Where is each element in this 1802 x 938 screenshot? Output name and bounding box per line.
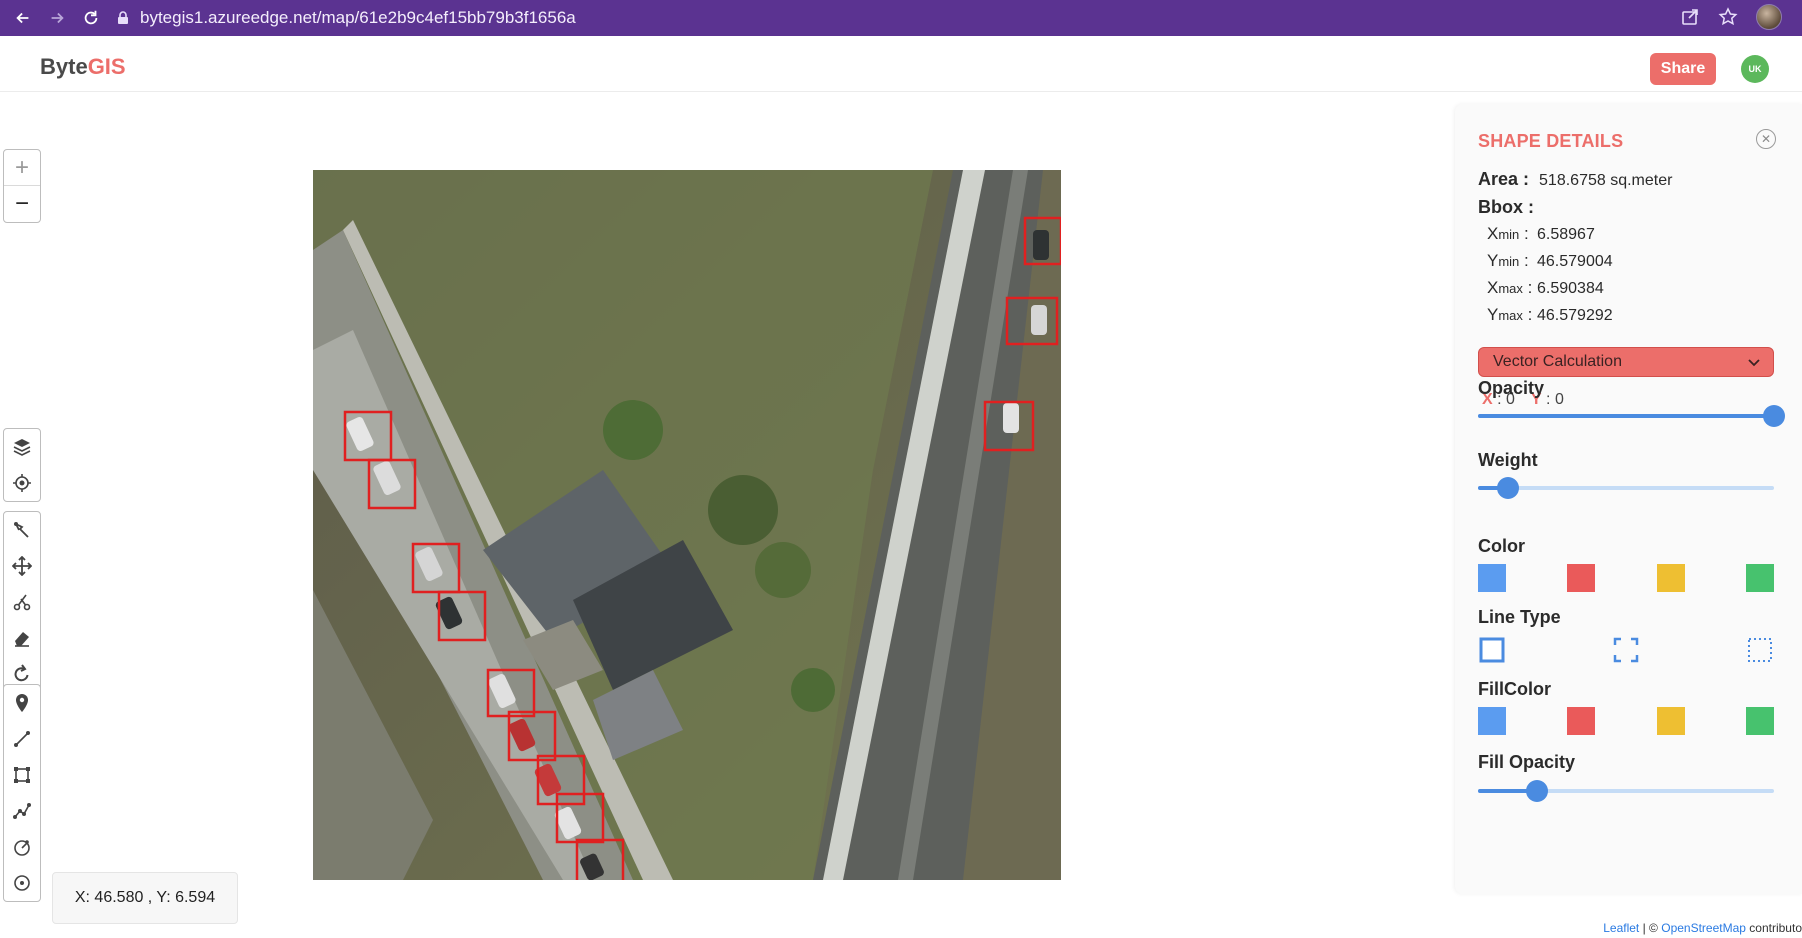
bbox-xmin-row: Xmin : 6.58967 [1487,224,1595,243]
zoom-control: + − [3,149,41,223]
fill-color-swatches [1478,707,1774,735]
calculation-select-value: Vector Calculation [1493,353,1622,370]
back-icon[interactable] [12,7,34,29]
close-icon[interactable]: ✕ [1756,129,1776,149]
polyline-icon[interactable] [4,721,40,757]
opacity-slider-thumb[interactable] [1763,405,1785,427]
calculation-select[interactable]: Vector Calculation [1478,347,1774,377]
eraser-icon[interactable] [4,620,40,656]
attribution-suffix: contributo [1745,921,1802,935]
browser-profile-avatar[interactable] [1756,4,1782,30]
fill-swatch-yellow[interactable] [1656,707,1685,735]
fill-swatch-green[interactable] [1745,707,1774,735]
weight-slider[interactable] [1478,476,1774,500]
bbox-label: Bbox : [1478,197,1534,217]
circle-marker-icon[interactable] [4,865,40,901]
fill-opacity-label: Fill Opacity [1478,752,1576,772]
opacity-label: Opacity [1478,378,1545,398]
area-value: 518.6758 sq.meter [1539,172,1673,189]
layer-tools [3,428,41,502]
bbox-ymax-row: Ymax : 46.579292 [1487,305,1613,324]
aerial-image-overlay[interactable] [313,170,1061,880]
logo-text-gis: GIS [87,54,126,79]
bbox-xmax-row: Xmax : 6.590384 [1487,278,1604,297]
color-swatch-yellow[interactable] [1656,564,1685,592]
opacity-slider[interactable] [1478,404,1785,428]
user-avatar[interactable]: UK [1741,55,1769,83]
draw-tools [3,684,41,902]
osm-link[interactable]: OpenStreetMap [1661,921,1746,935]
marker-icon[interactable] [4,685,40,721]
color-swatch-red[interactable] [1567,564,1596,592]
cut-icon[interactable] [4,584,40,620]
area-label: Area : [1478,169,1530,189]
logo-text-byte: Byte [40,54,88,79]
address-bar[interactable]: bytegis1.azureedge.net/map/61e2b9c4ef15b… [116,4,576,32]
layers-icon[interactable] [4,429,40,465]
bbox-key-sub: min [1498,254,1520,269]
zoom-in-button[interactable]: + [4,150,40,186]
edit-vertices-icon[interactable] [4,512,40,548]
bbox-ymax-value: 46.579292 [1537,307,1613,324]
circle-icon[interactable] [4,829,40,865]
forward-icon[interactable] [46,7,68,29]
line-type-options [1478,636,1774,664]
edit-tools [3,511,41,693]
bbox-key-sub: max [1498,281,1523,296]
app-header: ByteGIS Share UK [0,36,1802,92]
zoom-out-button[interactable]: − [4,186,40,222]
share-button[interactable]: Share [1650,53,1716,85]
bbox-key: Y [1487,305,1499,324]
weight-label: Weight [1478,450,1538,470]
dotted-line-icon[interactable] [1746,636,1774,664]
fill-color-label: FillColor [1478,679,1551,699]
bbox-key-sub: max [1498,308,1523,323]
color-label: Color [1478,536,1525,556]
shape-details-panel: SHAPE DETAILS ✕ Area : 518.6758 sq.meter… [1455,104,1802,894]
color-swatches [1478,564,1774,592]
area-row: Area : 518.6758 sq.meter [1478,169,1672,190]
fill-swatch-red[interactable] [1567,707,1596,735]
leaflet-link[interactable]: Leaflet [1603,921,1639,935]
map-attribution: Leaflet | © OpenStreetMap contributo [1603,921,1802,935]
bbox-key-sub: min [1498,227,1520,242]
color-swatch-blue[interactable] [1478,564,1506,592]
line-type-label: Line Type [1478,607,1561,627]
browser-toolbar: bytegis1.azureedge.net/map/61e2b9c4ef15b… [0,0,1802,36]
share-page-icon[interactable] [1680,7,1700,27]
bbox-key: X [1487,278,1499,297]
move-icon[interactable] [4,548,40,584]
fill-opacity-slider-thumb[interactable] [1526,780,1549,802]
attribution-separator: | © [1639,921,1662,935]
app-logo[interactable]: ByteGIS [40,54,126,80]
locate-icon[interactable] [4,465,40,501]
panel-title: SHAPE DETAILS [1478,131,1624,151]
bbox-xmin-value: 6.58967 [1537,226,1595,243]
bbox-ymin-row: Ymin : 46.579004 [1487,251,1613,270]
bbox-key: Y [1487,251,1499,270]
polygon-icon[interactable] [4,793,40,829]
aerial-image [313,170,1061,880]
dashed-line-icon[interactable] [1612,636,1640,664]
solid-line-icon[interactable] [1478,636,1506,664]
fill-swatch-blue[interactable] [1478,707,1506,735]
bbox-key: X [1487,224,1499,243]
bbox-ymin-value: 46.579004 [1537,253,1613,270]
reload-icon[interactable] [80,7,102,29]
color-swatch-green[interactable] [1745,564,1774,592]
chevron-down-icon [1748,359,1760,367]
lock-icon [118,11,128,24]
cursor-coordinates: X: 46.580 , Y: 6.594 [52,872,238,924]
weight-slider-thumb[interactable] [1496,477,1519,499]
rectangle-icon[interactable] [4,757,40,793]
url-text: bytegis1.azureedge.net/map/61e2b9c4ef15b… [140,8,576,27]
bookmark-star-icon[interactable] [1718,7,1738,27]
fill-opacity-slider[interactable] [1478,779,1774,803]
bbox-xmax-value: 6.590384 [1537,280,1604,297]
